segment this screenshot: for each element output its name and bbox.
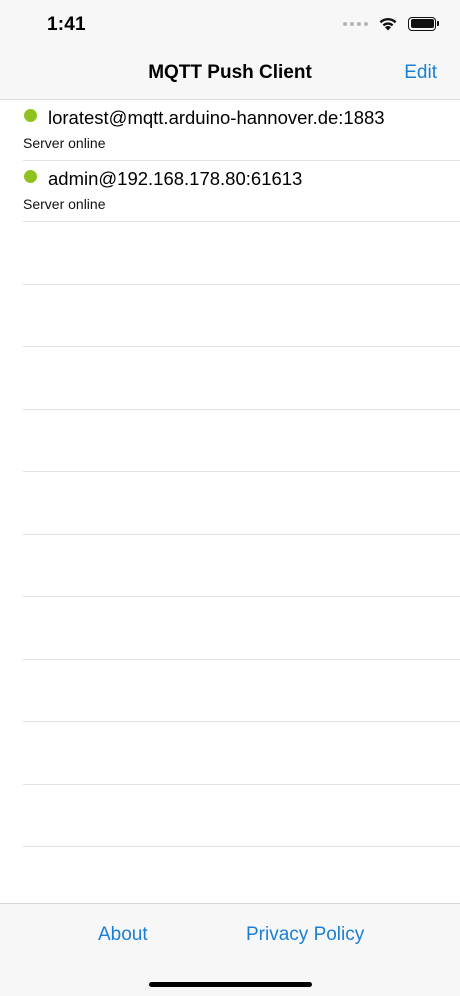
bottom-toolbar: About Privacy Policy (0, 903, 460, 996)
server-row[interactable]: loratest@mqtt.arduino-hannover.de:1883 S… (23, 100, 460, 161)
server-status: Server online (23, 196, 106, 212)
status-bar: 1:41 (0, 0, 460, 50)
about-link[interactable]: About (98, 924, 148, 946)
online-status-icon (24, 109, 37, 122)
server-list: loratest@mqtt.arduino-hannover.de:1883 S… (0, 100, 460, 847)
empty-row (23, 472, 460, 535)
server-name: admin@192.168.178.80:61613 (48, 168, 303, 189)
battery-icon (408, 16, 439, 31)
status-time: 1:41 (47, 14, 86, 35)
empty-row (23, 597, 460, 660)
server-status: Server online (23, 135, 106, 151)
page-title: MQTT Push Client (148, 62, 312, 83)
status-icons (343, 16, 439, 31)
edit-button[interactable]: Edit (404, 62, 437, 84)
home-indicator[interactable] (149, 982, 312, 987)
empty-row (23, 722, 460, 785)
online-status-icon (24, 170, 37, 183)
server-row[interactable]: admin@192.168.178.80:61613 Server online (23, 161, 460, 222)
empty-row (23, 222, 460, 285)
empty-row (23, 285, 460, 347)
empty-row (23, 660, 460, 722)
empty-row (23, 410, 460, 472)
privacy-policy-link[interactable]: Privacy Policy (246, 924, 364, 946)
server-name: loratest@mqtt.arduino-hannover.de:1883 (48, 107, 385, 128)
navigation-header: 1:41 MQTT Push Client Edit (0, 0, 460, 100)
empty-row (23, 785, 460, 847)
empty-row (23, 535, 460, 597)
wifi-icon (378, 16, 398, 31)
signal-icon (343, 21, 368, 26)
empty-row (23, 347, 460, 410)
